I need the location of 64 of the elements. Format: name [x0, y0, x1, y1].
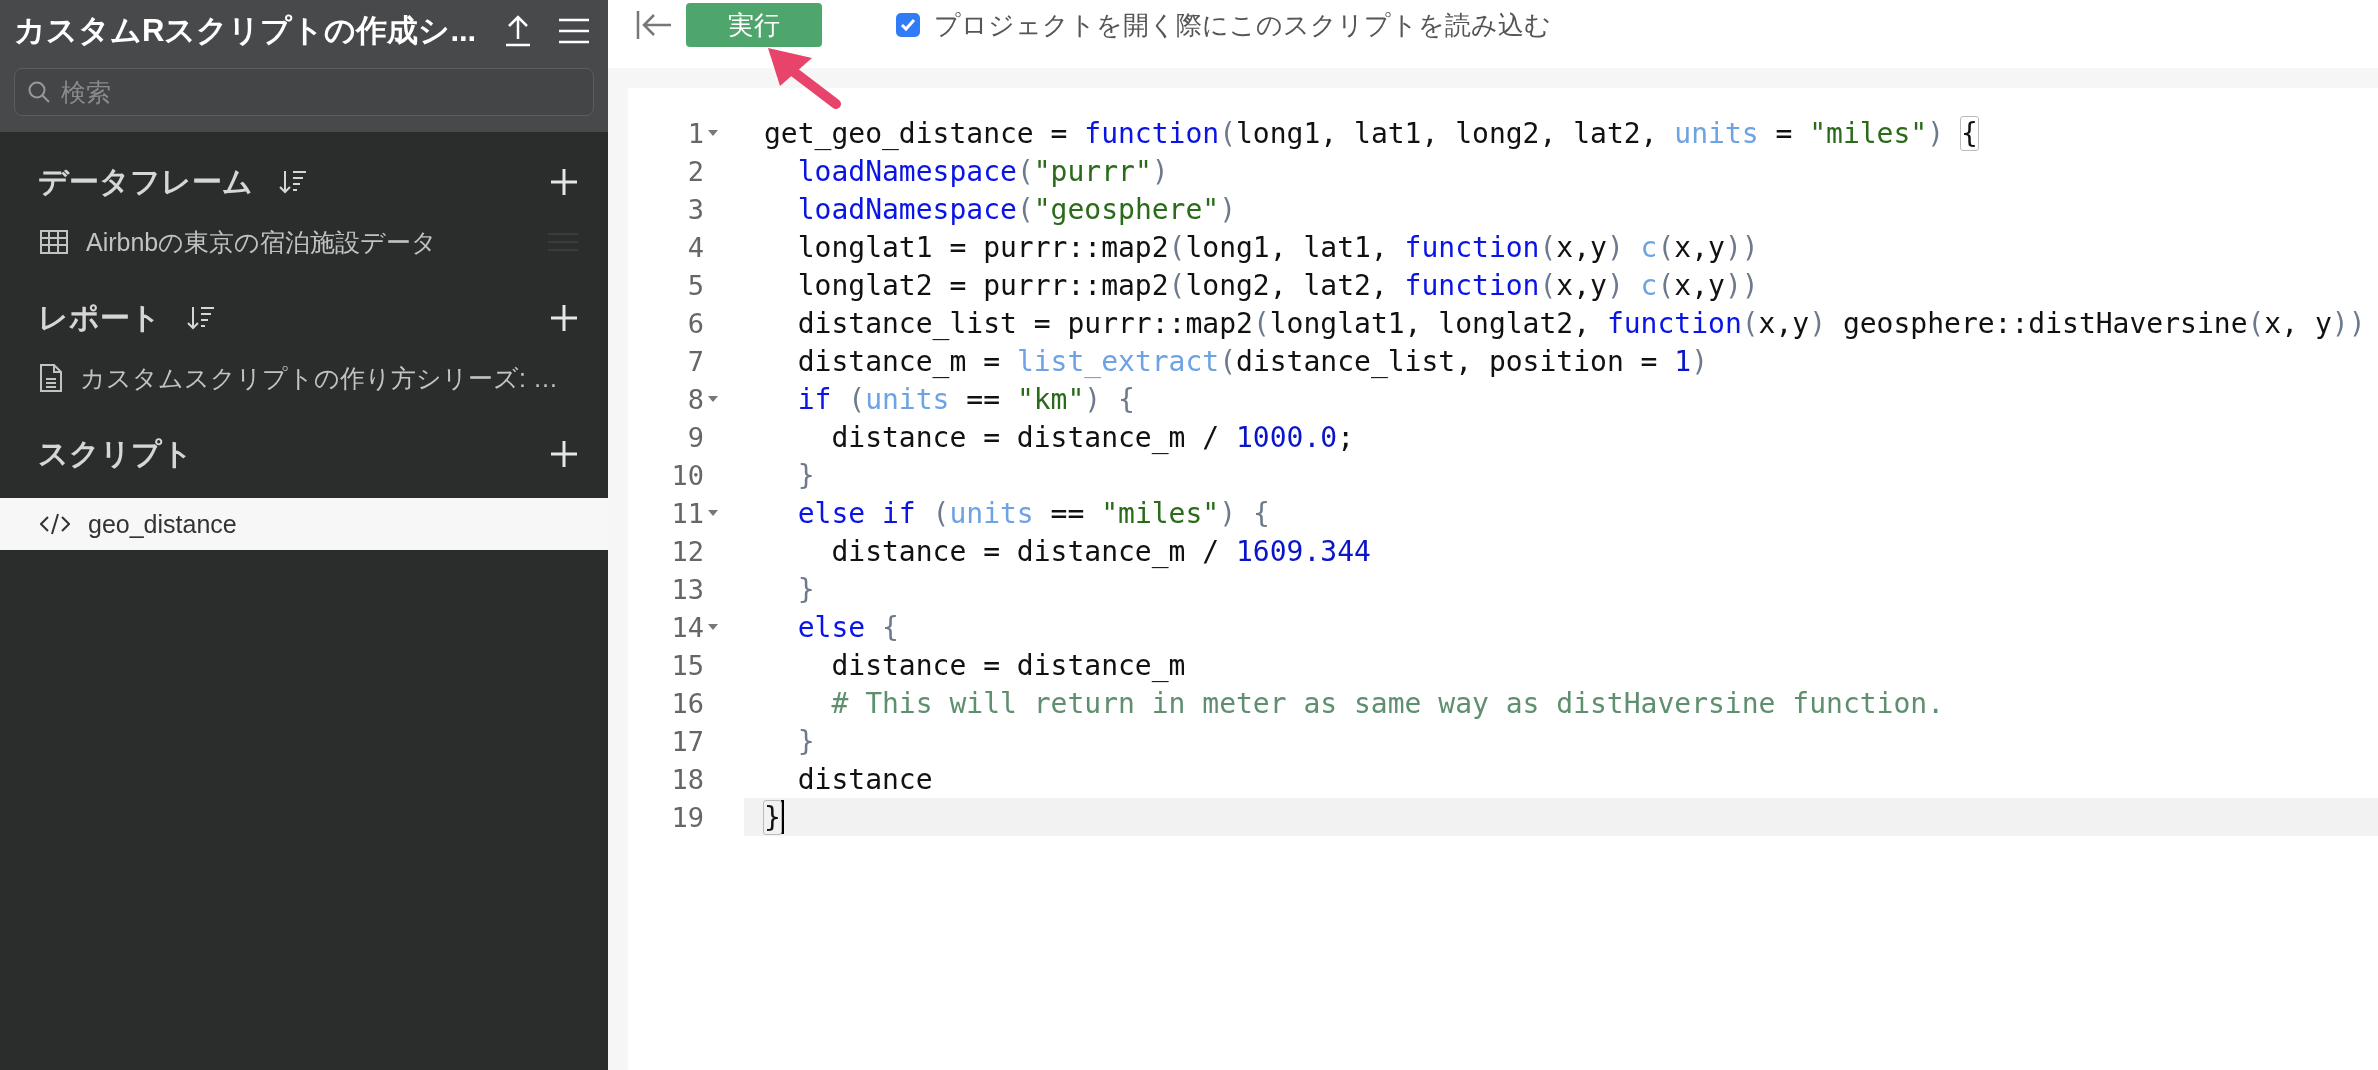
- line-number: 17: [671, 725, 704, 757]
- add-icon[interactable]: [550, 440, 578, 468]
- code-line: loadNamespace("purrr"): [796, 154, 1169, 188]
- code-line: longlat1 = purrr::map2(long1, lat1, function(x,y) c(x,y)): [796, 230, 1759, 264]
- fold-caret-icon[interactable]: [708, 510, 718, 516]
- code-line: else if (units == "miles") {: [796, 496, 1270, 530]
- document-icon: [40, 364, 62, 392]
- checkbox-label: プロジェクトを開く際にこのスクリプトを読み込む: [934, 8, 1551, 42]
- sidebar-item[interactable]: Airbnbの東京の宿泊施設データ: [0, 216, 608, 268]
- table-icon: [40, 230, 68, 254]
- section-title: スクリプト: [38, 435, 193, 472]
- code-line: }: [796, 458, 815, 492]
- line-number: 7: [687, 345, 704, 377]
- fold-caret-icon[interactable]: [708, 624, 718, 630]
- sort-icon[interactable]: [279, 169, 307, 195]
- sidebar-item[interactable]: geo_distance: [0, 498, 608, 550]
- code-line: # This will return in meter as same way as distHaversine function.: [830, 686, 1945, 720]
- line-number: 11: [671, 497, 704, 529]
- code-line: get_geo_distance = function(long1, lat1, long2, lat2, units = "miles") {: [764, 116, 1978, 150]
- line-number: 1: [687, 117, 704, 149]
- sidebar-item[interactable]: カスタムスクリプトの作り方シリーズ: …: [0, 352, 608, 404]
- fold-caret-icon[interactable]: [708, 130, 718, 136]
- line-number: 6: [687, 307, 704, 339]
- collapse-sidebar-icon[interactable]: [636, 10, 672, 40]
- code-icon: [40, 512, 70, 536]
- search-icon: [28, 81, 50, 103]
- text-cursor: [780, 800, 784, 834]
- code-line: distance = distance_m / 1609.344: [830, 534, 1371, 568]
- code-line: loadNamespace("geosphere"): [796, 192, 1237, 226]
- fold-caret-icon[interactable]: [708, 396, 718, 402]
- line-number: 2: [687, 155, 704, 187]
- line-number: 9: [687, 421, 704, 453]
- code-line: }: [796, 724, 815, 758]
- search-field[interactable]: 検索: [14, 68, 594, 116]
- add-icon[interactable]: [550, 304, 578, 332]
- code-line: }: [764, 800, 781, 834]
- line-number: 14: [671, 611, 704, 643]
- line-number: 18: [671, 763, 704, 795]
- code-line: else {: [796, 610, 899, 644]
- code-line: longlat2 = purrr::map2(long2, lat2, function(x,y) c(x,y)): [796, 268, 1759, 302]
- line-number: 15: [671, 649, 704, 681]
- line-number: 5: [687, 269, 704, 301]
- section-title: データフレーム: [38, 163, 253, 200]
- code-line: distance = distance_m / 1000.0;: [830, 420, 1355, 454]
- add-icon[interactable]: [550, 168, 578, 196]
- line-number: 8: [687, 383, 704, 415]
- checkbox[interactable]: [896, 13, 920, 37]
- sort-icon[interactable]: [187, 305, 215, 331]
- section-title: レポート: [38, 299, 161, 336]
- code-line: distance_m = list_extract(distance_list, position = 1): [796, 344, 1709, 378]
- code-editor[interactable]: [628, 88, 2378, 1070]
- line-number: 3: [687, 193, 704, 225]
- line-number: 4: [687, 231, 704, 263]
- code-line: distance: [796, 762, 933, 796]
- project-title: カスタムRスクリプトの作成シ...: [14, 12, 478, 50]
- line-number: 16: [671, 687, 704, 719]
- line-number: 13: [671, 573, 704, 605]
- code-line: if (units == "km") {: [796, 382, 1135, 416]
- line-number: 12: [671, 535, 704, 567]
- line-number: 19: [671, 801, 704, 833]
- code-line: distance = distance_m: [830, 648, 1186, 682]
- line-number: 10: [671, 459, 704, 491]
- code-line: }: [796, 572, 815, 606]
- code-line: distance_list = purrr::map2(longlat1, longlat2, function(x,y) geosphere::distHaversine(x, y)): [796, 306, 2366, 340]
